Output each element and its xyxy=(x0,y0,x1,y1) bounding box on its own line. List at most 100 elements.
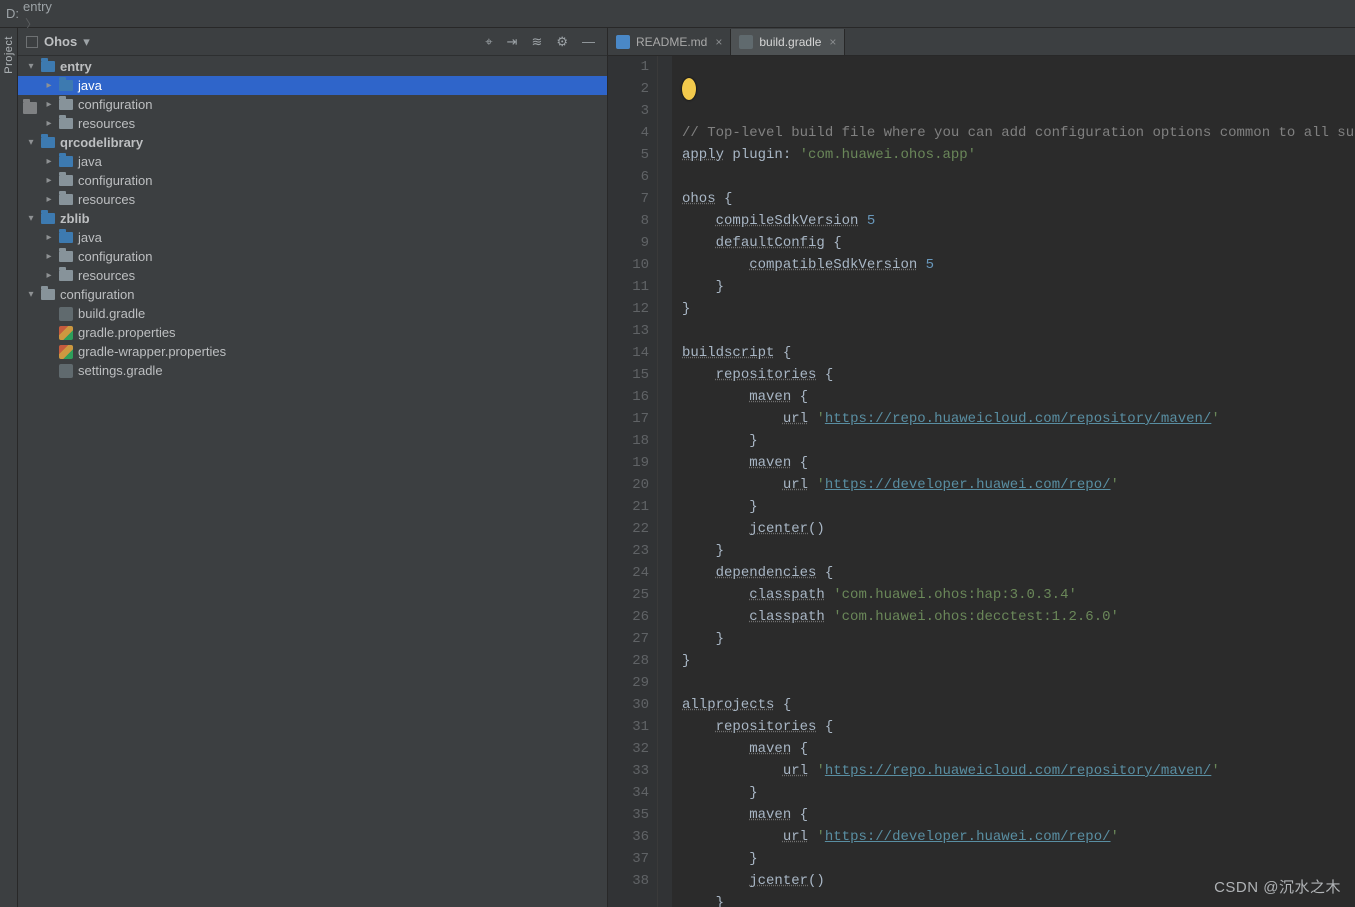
code-line[interactable]: url 'https://developer.huawei.com/repo/' xyxy=(682,474,1355,496)
line-number: 20 xyxy=(608,474,649,496)
project-tree[interactable]: ▾entry▸java▸configuration▸resources▾qrco… xyxy=(18,56,607,907)
tab-build-gradle[interactable]: build.gradle× xyxy=(731,29,845,55)
collapse-all-icon[interactable]: ≋ xyxy=(527,34,546,50)
chevron-down-icon[interactable]: ▾ xyxy=(83,34,90,50)
code-line[interactable] xyxy=(682,166,1355,188)
intention-bulb-icon[interactable] xyxy=(682,78,696,100)
chevron-down-icon[interactable]: ▾ xyxy=(26,61,36,72)
chevron-right-icon[interactable]: ▸ xyxy=(44,232,54,243)
tree-row-build-gradle[interactable]: build.gradle xyxy=(18,304,607,323)
code-line[interactable]: } xyxy=(682,782,1355,804)
code-line[interactable]: maven { xyxy=(682,738,1355,760)
code-line[interactable]: jcenter() xyxy=(682,870,1355,892)
chevron-right-icon[interactable]: ▸ xyxy=(44,80,54,91)
code-line[interactable] xyxy=(682,672,1355,694)
project-toolwindow-tab[interactable]: Project xyxy=(0,28,18,907)
code-line[interactable]: defaultConfig { xyxy=(682,232,1355,254)
expand-all-icon[interactable]: ⇥ xyxy=(503,34,522,50)
tree-row-configuration[interactable]: ▸configuration xyxy=(18,171,607,190)
line-number: 3 xyxy=(608,100,649,122)
folder-icon xyxy=(59,194,73,205)
code-line[interactable]: dependencies { xyxy=(682,562,1355,584)
line-number: 7 xyxy=(608,188,649,210)
chevron-right-icon[interactable]: ▸ xyxy=(44,118,54,129)
project-panel-header: Ohos ▾ ⌖ ⇥ ≋ ⚙ — xyxy=(18,28,607,56)
tree-row-java[interactable]: ▸java xyxy=(18,152,607,171)
line-number: 28 xyxy=(608,650,649,672)
code-line[interactable]: url 'https://developer.huawei.com/repo/' xyxy=(682,826,1355,848)
chevron-right-icon[interactable]: ▸ xyxy=(44,251,54,262)
crumb-drive[interactable]: D: xyxy=(6,6,19,21)
chevron-right-icon[interactable]: ▸ xyxy=(44,99,54,110)
code-line[interactable]: compileSdkVersion 5 xyxy=(682,210,1355,232)
code-line[interactable]: } xyxy=(682,276,1355,298)
code-line[interactable]: } xyxy=(682,298,1355,320)
close-tab-icon[interactable]: × xyxy=(829,35,836,49)
code-line[interactable]: jcenter() xyxy=(682,518,1355,540)
tree-row-settings-gradle[interactable]: settings.gradle xyxy=(18,361,607,380)
code-line[interactable]: } xyxy=(682,430,1355,452)
fold-gutter[interactable] xyxy=(658,56,672,907)
close-tab-icon[interactable]: × xyxy=(715,35,722,49)
chevron-down-icon[interactable]: ▾ xyxy=(26,137,36,148)
code-line[interactable]: maven { xyxy=(682,804,1355,826)
chevron-right-icon[interactable]: ▸ xyxy=(44,194,54,205)
code-line[interactable]: classpath 'com.huawei.ohos:hap:3.0.3.4' xyxy=(682,584,1355,606)
tree-row-resources[interactable]: ▸resources xyxy=(18,114,607,133)
code-line[interactable]: maven { xyxy=(682,452,1355,474)
code-line[interactable]: compatibleSdkVersion 5 xyxy=(682,254,1355,276)
code-line[interactable]: classpath 'com.huawei.ohos:decctest:1.2.… xyxy=(682,606,1355,628)
chevron-down-icon[interactable]: ▾ xyxy=(26,289,36,300)
code-line[interactable]: url 'https://repo.huaweicloud.com/reposi… xyxy=(682,760,1355,782)
code-editor[interactable]: 1234567891011121314151617181920212223242… xyxy=(608,56,1355,907)
code-line[interactable]: buildscript { xyxy=(682,342,1355,364)
code-line[interactable]: maven { xyxy=(682,386,1355,408)
tree-row-java[interactable]: ▸java xyxy=(18,76,607,95)
chevron-right-icon[interactable]: ▸ xyxy=(44,175,54,186)
project-panel-title[interactable]: Ohos xyxy=(44,34,77,49)
tree-row-entry[interactable]: ▾entry xyxy=(18,57,607,76)
panel-settings-icon[interactable]: ⚙ xyxy=(552,34,572,50)
view-mode-icon[interactable] xyxy=(26,36,38,48)
tree-label: zblib xyxy=(60,211,90,226)
code-line[interactable]: repositories { xyxy=(682,364,1355,386)
chevron-down-icon[interactable]: ▾ xyxy=(26,213,36,224)
line-number: 22 xyxy=(608,518,649,540)
code-line[interactable]: ohos { xyxy=(682,188,1355,210)
folder-icon xyxy=(41,137,55,148)
tree-row-gradle-wrapper-properties[interactable]: gradle-wrapper.properties xyxy=(18,342,607,361)
code-line[interactable]: apply plugin: 'com.huawei.ohos.app' xyxy=(682,144,1355,166)
tab-README-md[interactable]: README.md× xyxy=(608,29,731,55)
tree-row-resources[interactable]: ▸resources xyxy=(18,190,607,209)
tree-row-java[interactable]: ▸java xyxy=(18,228,607,247)
tree-row-qrcodelibrary[interactable]: ▾qrcodelibrary xyxy=(18,133,607,152)
code-line[interactable]: repositories { xyxy=(682,716,1355,738)
line-number: 15 xyxy=(608,364,649,386)
code-line[interactable]: } xyxy=(682,628,1355,650)
properties-file-icon xyxy=(59,326,73,340)
gradle-file-icon xyxy=(739,35,753,49)
code-line[interactable]: // Top-level build file where you can ad… xyxy=(682,122,1355,144)
tree-row-resources[interactable]: ▸resources xyxy=(18,266,607,285)
code-line[interactable]: } xyxy=(682,496,1355,518)
tree-row-zblib[interactable]: ▾ zblib xyxy=(18,209,607,228)
tree-row-configuration[interactable]: ▸configuration xyxy=(18,95,607,114)
code-line[interactable]: } xyxy=(682,892,1355,907)
source-text[interactable]: // Top-level build file where you can ad… xyxy=(672,56,1355,907)
tree-row-configuration[interactable]: ▸configuration xyxy=(18,247,607,266)
chevron-right-icon[interactable]: ▸ xyxy=(44,270,54,281)
folder-icon xyxy=(59,232,73,243)
tree-row-configuration[interactable]: ▾configuration xyxy=(18,285,607,304)
select-opened-file-icon[interactable]: ⌖ xyxy=(481,34,496,50)
hide-panel-icon[interactable]: — xyxy=(578,34,599,49)
tree-row-gradle-properties[interactable]: gradle.properties xyxy=(18,323,607,342)
crumb-entry[interactable]: entry xyxy=(23,0,156,14)
code-line[interactable]: allprojects { xyxy=(682,694,1355,716)
chevron-right-icon[interactable]: ▸ xyxy=(44,156,54,167)
tree-label: gradle.properties xyxy=(78,325,176,340)
code-line[interactable]: url 'https://repo.huaweicloud.com/reposi… xyxy=(682,408,1355,430)
code-line[interactable]: } xyxy=(682,848,1355,870)
code-line[interactable]: } xyxy=(682,650,1355,672)
code-line[interactable]: } xyxy=(682,540,1355,562)
code-line[interactable] xyxy=(682,320,1355,342)
